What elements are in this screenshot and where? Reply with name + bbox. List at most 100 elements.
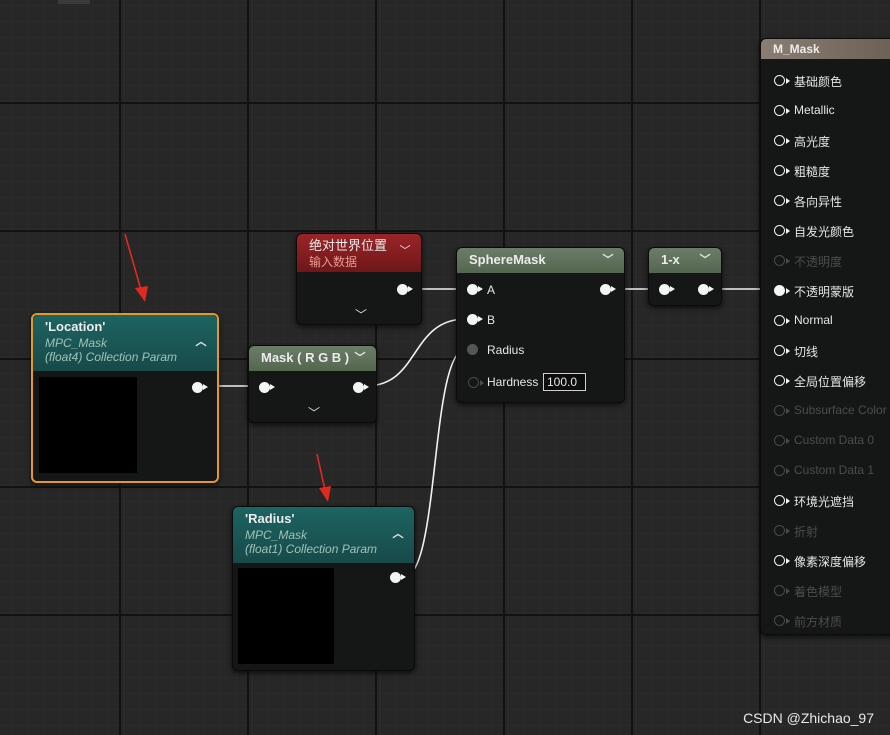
result-pin-label: 着色模型 — [794, 585, 843, 599]
result-input-pin[interactable] — [774, 165, 790, 176]
spheremask-title: SphereMask — [469, 252, 546, 267]
one-minus-title: 1-x — [661, 252, 680, 267]
result-input-pin[interactable] — [774, 555, 790, 566]
chevron-down-icon[interactable]: ﹀ — [601, 251, 615, 266]
result-input-pin[interactable] — [774, 195, 790, 206]
result-pin-row[interactable]: 高光度 — [761, 132, 890, 152]
result-pin-row[interactable]: 各向异性 — [761, 192, 890, 212]
radius-node-collection: MPC_Mask — [245, 528, 308, 542]
result-pin-row[interactable]: Subsurface Color — [761, 402, 890, 422]
location-node-header[interactable]: 'Location' MPC_Mask (float4) Collection … — [33, 315, 217, 371]
radius-node-type: (float1) Collection Param — [245, 542, 378, 556]
spheremask-output-pin[interactable] — [600, 284, 616, 295]
result-pin-label: Subsurface Color — [794, 403, 887, 417]
spheremask-b-pin[interactable] — [467, 314, 483, 325]
result-input-pin[interactable] — [774, 615, 790, 626]
radius-node-title: 'Radius' — [245, 511, 295, 526]
result-pin-label: Normal — [794, 313, 833, 327]
result-pin-row[interactable]: 前方材质 — [761, 612, 890, 632]
spheremask-a-pin[interactable] — [467, 284, 483, 295]
radius-preview — [238, 568, 334, 664]
spheremask-node[interactable]: SphereMask ﹀ A B Radius Hardness 100.0 — [456, 247, 625, 403]
mask-node-header[interactable]: Mask ( R G B ) ﹀ — [249, 346, 376, 371]
result-input-pin[interactable] — [774, 285, 790, 296]
radius-node-header[interactable]: 'Radius' MPC_Mask (float1) Collection Pa… — [233, 507, 414, 563]
expand-chevron-icon[interactable]: ﹀ — [353, 306, 369, 322]
result-input-pin[interactable] — [774, 345, 790, 356]
result-pin-row[interactable]: 像素深度偏移 — [761, 552, 890, 572]
spheremask-hardness-pin[interactable] — [468, 377, 484, 388]
result-pin-row[interactable]: 粗糙度 — [761, 162, 890, 182]
annotation-arrow — [316, 453, 331, 502]
result-pin-label: 折射 — [794, 525, 819, 539]
result-pin-label: 不透明蒙版 — [794, 285, 855, 299]
result-node-header[interactable]: M_Mask — [761, 39, 890, 59]
mask-node-title: Mask ( R G B ) — [261, 350, 350, 365]
result-input-pin[interactable] — [774, 495, 790, 506]
result-input-pin[interactable] — [774, 435, 790, 446]
expand-chevron-icon[interactable]: ﹀ — [306, 404, 322, 420]
result-input-pin[interactable] — [774, 465, 790, 476]
result-pin-row[interactable]: Custom Data 0 — [761, 432, 890, 452]
result-input-pin[interactable] — [774, 75, 790, 86]
result-pin-label: Custom Data 0 — [794, 433, 875, 447]
mask-output-pin[interactable] — [353, 382, 369, 393]
mask-rgb-node[interactable]: Mask ( R G B ) ﹀ ﹀ — [248, 345, 377, 423]
result-pin-row[interactable]: 不透明度 — [761, 252, 890, 272]
world-pos-node-header[interactable]: 绝对世界位置 输入数据 ﹀ — [297, 234, 421, 272]
one-minus-header[interactable]: 1-x ﹀ — [649, 248, 721, 273]
chevron-down-icon[interactable]: ﹀ — [398, 242, 412, 257]
collapse-icon[interactable]: ︿ — [391, 525, 405, 540]
spheremask-radius-pin[interactable] — [467, 344, 478, 355]
result-input-pin[interactable] — [774, 225, 790, 236]
result-pin-row[interactable]: Normal — [761, 312, 890, 332]
material-result-node[interactable]: M_Mask 基础颜色 Metallic 高光度粗糙度各向异性自发光颜色不透明度不透… — [760, 38, 890, 635]
result-pin-label: 自发光颜色 — [794, 225, 855, 239]
world-pos-output-pin[interactable] — [397, 284, 413, 295]
result-input-pin[interactable] — [774, 525, 790, 536]
result-pin-row[interactable]: 全局位置偏移 — [761, 372, 890, 392]
location-output-pin[interactable] — [192, 382, 208, 393]
one-minus-output-pin[interactable] — [698, 284, 714, 295]
result-pin-label: Metallic — [794, 103, 835, 117]
result-pin-row[interactable]: 基础颜色 — [761, 72, 890, 92]
absolute-world-position-node[interactable]: 绝对世界位置 输入数据 ﹀ ﹀ — [296, 233, 422, 325]
result-pin-label: 基础颜色 — [794, 75, 843, 89]
result-input-pin[interactable] — [774, 105, 790, 116]
result-pin-label: 前方材质 — [794, 615, 843, 629]
result-input-pin[interactable] — [774, 375, 790, 386]
chevron-down-icon[interactable]: ﹀ — [698, 251, 712, 266]
hardness-value-input[interactable]: 100.0 — [543, 373, 586, 391]
result-pin-row[interactable]: 自发光颜色 — [761, 222, 890, 242]
result-pin-row[interactable]: Metallic — [761, 102, 890, 122]
location-node-type: (float4) Collection Param — [45, 350, 178, 364]
result-input-pin[interactable] — [774, 405, 790, 416]
collapse-icon[interactable]: ︿ — [194, 333, 208, 348]
result-pin-row[interactable]: 着色模型 — [761, 582, 890, 602]
result-pin-label: 各向异性 — [794, 195, 843, 209]
location-node-title: 'Location' — [45, 319, 106, 334]
result-input-pin[interactable] — [774, 315, 790, 326]
one-minus-input-pin[interactable] — [659, 284, 675, 295]
radius-param-node[interactable]: 'Radius' MPC_Mask (float1) Collection Pa… — [232, 506, 415, 671]
result-pin-label: 像素深度偏移 — [794, 555, 867, 569]
result-pin-row[interactable]: 切线 — [761, 342, 890, 362]
spheremask-a-label: A — [487, 283, 496, 297]
result-input-pin[interactable] — [774, 135, 790, 146]
result-pin-row[interactable]: Custom Data 1 — [761, 462, 890, 482]
result-pin-row[interactable]: 不透明蒙版 — [761, 282, 890, 302]
result-input-pin[interactable] — [774, 255, 790, 266]
spheremask-node-header[interactable]: SphereMask ﹀ — [457, 248, 624, 273]
location-preview — [39, 377, 137, 473]
world-pos-title: 绝对世界位置 — [309, 238, 388, 253]
result-pin-row[interactable]: 环境光遮挡 — [761, 492, 890, 512]
result-pin-row[interactable]: 折射 — [761, 522, 890, 542]
result-pin-label: 全局位置偏移 — [794, 375, 867, 389]
spheremask-hardness-label: Hardness — [487, 375, 539, 389]
chevron-down-icon[interactable]: ﹀ — [353, 349, 367, 364]
mask-input-pin[interactable] — [259, 382, 275, 393]
result-input-pin[interactable] — [774, 585, 790, 596]
one-minus-node[interactable]: 1-x ﹀ — [648, 247, 722, 306]
location-param-node[interactable]: 'Location' MPC_Mask (float4) Collection … — [31, 313, 219, 483]
radius-output-pin[interactable] — [390, 572, 406, 583]
